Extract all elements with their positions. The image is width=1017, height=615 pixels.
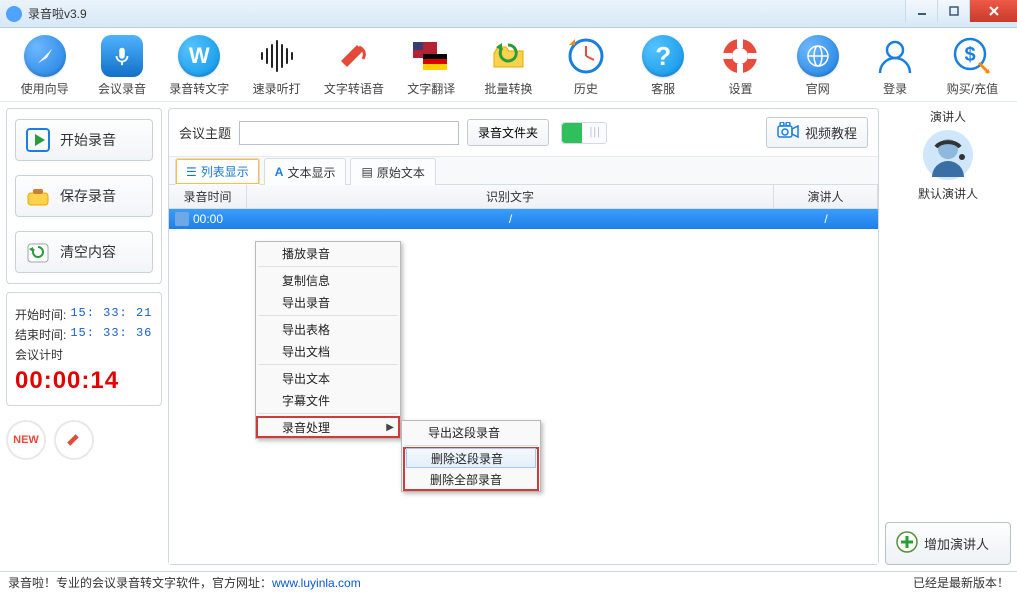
ctx-export-text[interactable]: 导出文本 [256, 367, 400, 389]
bottom-left-icons: NEW [6, 414, 162, 466]
maximize-button[interactable] [937, 0, 969, 22]
new-badge-icon[interactable]: NEW [6, 420, 46, 460]
view-tabs: ☰列表显示 A文本显示 ▤原始文本 [169, 157, 878, 185]
ctx-copy[interactable]: 复制信息 [256, 269, 400, 291]
ctx-delete-all[interactable]: 删除全部录音 [404, 468, 538, 490]
status-url[interactable]: www.luyinla.com [272, 576, 361, 590]
ctx-export-table[interactable]: 导出表格 [256, 318, 400, 340]
tool-audio-to-text[interactable]: W 录音转文字 [161, 32, 238, 99]
tool-translate[interactable]: 文字翻译 [393, 32, 470, 99]
svg-text:$: $ [965, 44, 976, 66]
user-icon [873, 34, 917, 78]
main-toolbar: 使用向导 会议录音 W 录音转文字 速录听打 文字转语音 文字翻译 批量转换 历… [0, 28, 1017, 102]
folder-button[interactable]: 录音文件夹 [467, 119, 549, 146]
window-title: 录音啦v3.9 [28, 5, 87, 22]
tool-website[interactable]: 官网 [779, 32, 856, 99]
plus-icon [896, 531, 918, 556]
lifebuoy-icon [718, 34, 762, 78]
minimize-button[interactable] [905, 0, 937, 22]
ctx-export-segment[interactable]: 导出这段录音 [402, 421, 540, 443]
tool-support[interactable]: ? 客服 [625, 32, 702, 99]
doc-icon: ▤ [361, 165, 372, 179]
dollar-icon: $ [950, 34, 994, 78]
tool-guide[interactable]: 使用向导 [6, 32, 83, 99]
ctx-play[interactable]: 播放录音 [256, 242, 400, 264]
tool-record-meeting[interactable]: 会议录音 [83, 32, 160, 99]
grid-header: 录音时间 识别文字 演讲人 [169, 185, 878, 209]
soundwave-icon [255, 34, 299, 78]
status-bar: 录音啦！专业的会议录音转文字软件，官方网址：www.luyinla.com 已经… [0, 571, 1017, 593]
app-icon [6, 6, 22, 22]
ctx-delete-segment[interactable]: 删除这段录音 [406, 448, 536, 468]
timer-label: 会议计时 [15, 346, 153, 363]
ctx-export-doc[interactable]: 导出文档 [256, 340, 400, 362]
megaphone-icon [332, 34, 376, 78]
clock-icon [564, 34, 608, 78]
speaker-name: 默认演讲人 [885, 185, 1011, 202]
ctx-process[interactable]: 录音处理▶ [256, 416, 400, 438]
status-version: 已经是最新版本！ [913, 574, 1009, 591]
speaker-avatar[interactable] [922, 129, 974, 181]
context-submenu[interactable]: 导出这段录音 删除这段录音 删除全部录音 [401, 420, 541, 492]
tool-buy[interactable]: $ 购买/充值 [934, 32, 1011, 99]
tool-settings[interactable]: 设置 [702, 32, 779, 99]
tab-list[interactable]: ☰列表显示 [175, 158, 260, 185]
close-button[interactable] [969, 0, 1017, 22]
save-record-button[interactable]: 保存录音 [15, 175, 153, 217]
context-menu[interactable]: 播放录音 复制信息 导出录音 导出表格 导出文档 导出文本 字幕文件 录音处理▶ [255, 241, 401, 439]
list-icon: ☰ [186, 165, 197, 179]
subject-label: 会议主题 [179, 123, 231, 142]
toggle-switch[interactable]: ||| [561, 122, 607, 144]
play-icon [24, 126, 52, 154]
row-mic-icon [175, 212, 189, 226]
folder-refresh-icon [487, 34, 531, 78]
tool-history[interactable]: 历史 [547, 32, 624, 99]
tab-text[interactable]: A文本显示 [264, 158, 347, 185]
tool-fast-listen[interactable]: 速录听打 [238, 32, 315, 99]
tab-raw[interactable]: ▤原始文本 [350, 158, 435, 185]
video-tutorial-button[interactable]: 视频教程 [766, 117, 868, 148]
tool-batch[interactable]: 批量转换 [470, 32, 547, 99]
recycle-icon [24, 238, 52, 266]
status-text: 录音啦！专业的会议录音转文字软件，官方网址：www.luyinla.com [8, 574, 361, 591]
table-row[interactable]: 00:00 / / [169, 209, 878, 229]
timer-value: 00:00:14 [15, 367, 153, 395]
announce-icon[interactable] [54, 420, 94, 460]
subject-input[interactable] [239, 121, 459, 145]
clear-button[interactable]: 清空内容 [15, 231, 153, 273]
add-speaker-button[interactable]: 增加演讲人 [885, 522, 1011, 565]
ctx-export-audio[interactable]: 导出录音 [256, 291, 400, 313]
title-bar: 录音啦v3.9 [0, 0, 1017, 28]
flags-icon [409, 34, 453, 78]
camera-icon [777, 122, 799, 143]
start-time-row: 开始时间:15: 33: 21 [15, 306, 153, 323]
briefcase-icon [24, 182, 52, 210]
start-record-button[interactable]: 开始录音 [15, 119, 153, 161]
tool-login[interactable]: 登录 [856, 32, 933, 99]
end-time-row: 结束时间:15: 33: 36 [15, 326, 153, 343]
tool-tts[interactable]: 文字转语音 [315, 32, 392, 99]
ctx-subtitle[interactable]: 字幕文件 [256, 389, 400, 411]
speakers-title: 演讲人 [885, 108, 1011, 125]
